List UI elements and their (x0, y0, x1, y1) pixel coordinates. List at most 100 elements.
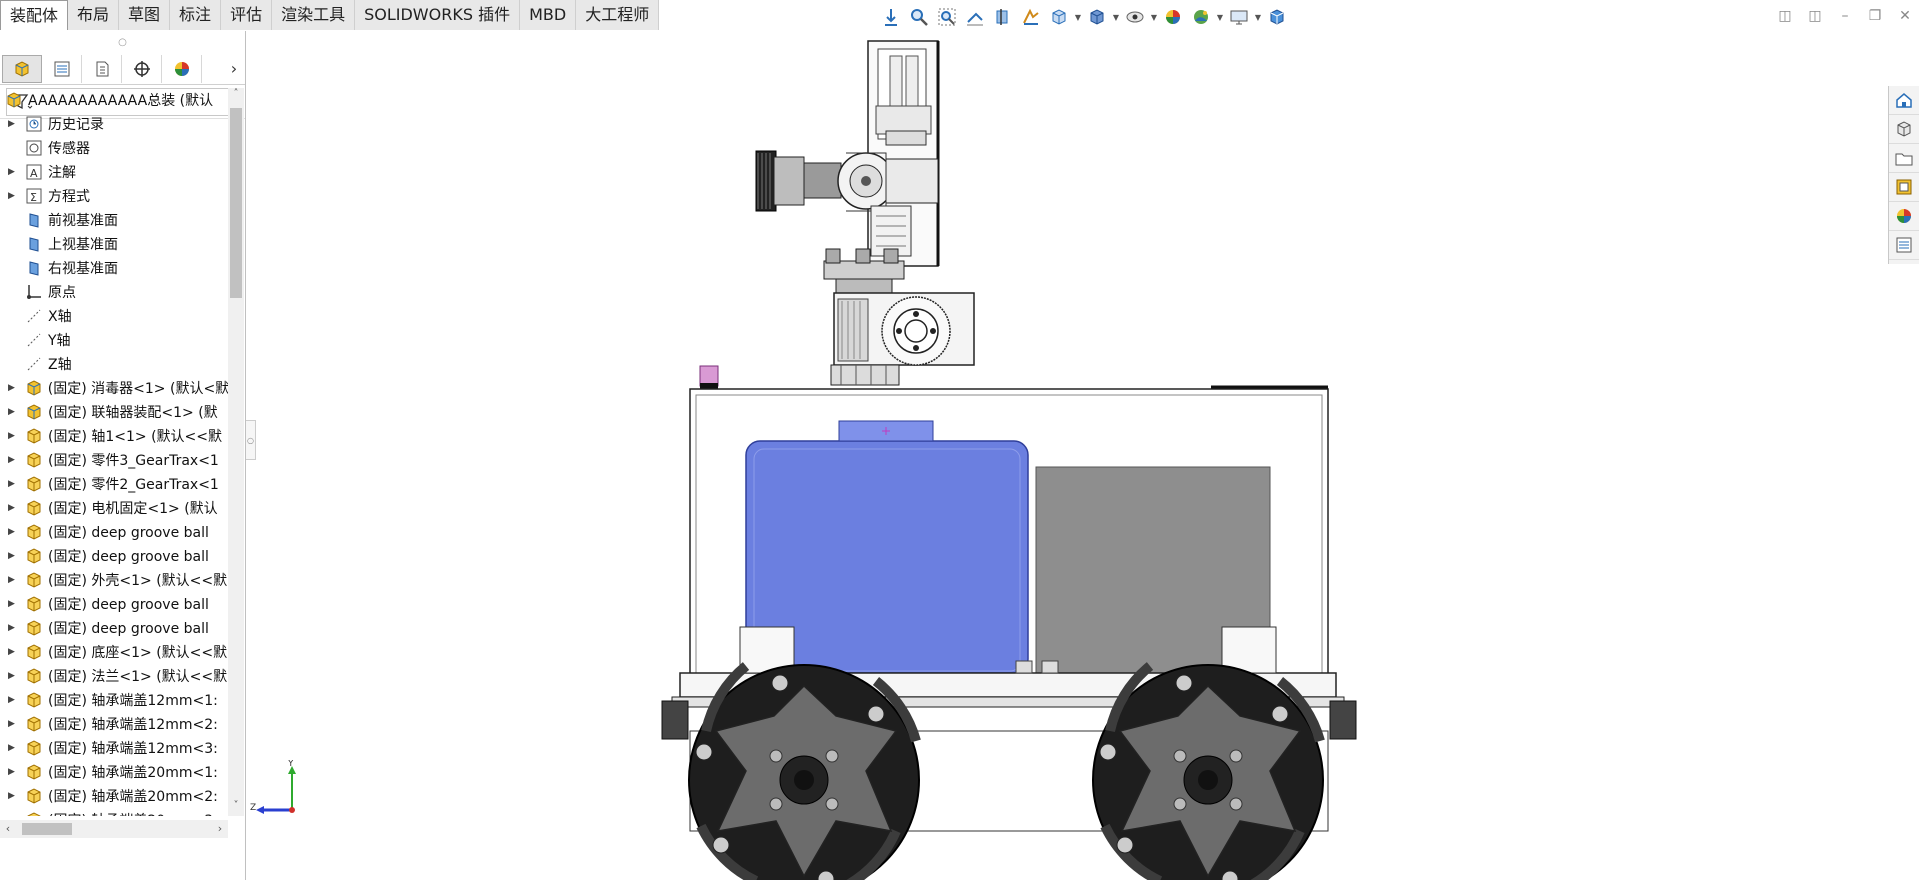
tree-item[interactable]: ▶ (固定) 外壳<1> (默认<<默 (0, 568, 228, 592)
tree-item[interactable]: ▶ (固定) deep groove ball (0, 616, 228, 640)
tree-item[interactable]: 右视基准面 (0, 256, 228, 280)
chevron-down-icon[interactable]: ▼ (1254, 5, 1262, 29)
view-palette-icon[interactable] (1889, 173, 1919, 202)
scroll-up-icon[interactable]: ˄ (228, 88, 244, 104)
chevron-down-icon[interactable]: ▼ (1074, 5, 1082, 29)
chevron-down-icon[interactable]: ▼ (1112, 5, 1120, 29)
tree-item[interactable]: ▶ (固定) 轴承端盖12mm<3: (0, 736, 228, 760)
display-manager-icon[interactable] (162, 54, 202, 83)
file-explorer-icon[interactable] (1889, 144, 1919, 173)
view-settings-icon[interactable] (1226, 5, 1252, 29)
feature-manager-icon[interactable] (2, 54, 42, 83)
tree-item[interactable]: ▶ (固定) deep groove ball (0, 544, 228, 568)
tree-item[interactable]: ▶ (固定) 法兰<1> (默认<<默 (0, 664, 228, 688)
custom-properties-icon[interactable] (1889, 231, 1919, 260)
expand-icon[interactable]: ▶ (8, 167, 20, 177)
tree-item[interactable]: 前视基准面 (0, 208, 228, 232)
tree-item[interactable]: ▶ (固定) 底座<1> (默认<<默 (0, 640, 228, 664)
tree-item[interactable]: 原点 (0, 280, 228, 304)
restore-icon[interactable]: ❐ (1861, 4, 1889, 28)
tab-8[interactable]: 大工程师 (576, 0, 660, 30)
display-style-icon[interactable] (1084, 5, 1110, 29)
tab-0[interactable]: 装配体 (0, 0, 69, 30)
expand-icon[interactable]: ▶ (8, 479, 20, 489)
tree-item[interactable]: ▶ (固定) 联轴器装配<1> (默 (0, 400, 228, 424)
scene-icon[interactable] (1188, 5, 1214, 29)
expand-icon[interactable]: ▶ (8, 647, 20, 657)
tree-item[interactable]: Y轴 (0, 328, 228, 352)
expand-icon[interactable]: ▶ (8, 623, 20, 633)
previous-view-icon[interactable] (962, 5, 988, 29)
expand-icon[interactable]: ▶ (8, 719, 20, 729)
camera-assembly[interactable] (755, 40, 975, 386)
expand-icon[interactable]: ▶ (8, 599, 20, 609)
chevron-right-icon[interactable]: › (223, 59, 245, 78)
tab-7[interactable]: MBD (520, 0, 577, 30)
tree-item[interactable]: ▶ (固定) 轴1<1> (默认<<默 (0, 424, 228, 448)
tree-item[interactable]: ▶ (固定) 轴承端盖20mm<3: (0, 808, 228, 816)
expand-icon[interactable]: ▶ (8, 551, 20, 561)
tree-item[interactable]: X轴 (0, 304, 228, 328)
chevron-down-icon[interactable]: ▼ (1216, 5, 1224, 29)
appearance-icon[interactable] (1160, 5, 1186, 29)
expand-icon[interactable]: ▶ (8, 767, 20, 777)
robot-model[interactable] (256, 31, 1888, 880)
tree-item[interactable]: 传感器 (0, 136, 228, 160)
dynamic-annotation-icon[interactable] (1018, 5, 1044, 29)
zoom-to-area-icon[interactable] (934, 5, 960, 29)
tree-item[interactable]: 上视基准面 (0, 232, 228, 256)
expand-icon[interactable]: ▶ (8, 119, 20, 129)
mecanum-wheel-right[interactable] (1092, 662, 1325, 880)
expand-icon[interactable]: ▶ (8, 455, 20, 465)
tree-item[interactable]: ▶ (固定) 消毒器<1> (默认<默 (0, 376, 228, 400)
view-cube-icon[interactable] (1046, 5, 1072, 29)
property-manager-icon[interactable] (42, 54, 82, 83)
graphics-area[interactable] (256, 31, 1888, 880)
section-view-icon[interactable] (990, 5, 1016, 29)
home-icon[interactable] (1889, 86, 1919, 115)
expand-icon[interactable]: ▶ (8, 695, 20, 705)
expand-icon[interactable]: ▶ (8, 407, 20, 417)
tree-root[interactable]: AAAAAAAAAAAA总装 (默认 (0, 88, 228, 112)
scroll-down-icon[interactable]: ˅ (228, 800, 244, 816)
tree-item[interactable]: Z轴 (0, 352, 228, 376)
scroll-thumb[interactable] (22, 823, 72, 835)
panel-right-icon[interactable]: ◫ (1801, 4, 1829, 28)
tree-vertical-scrollbar[interactable]: ˄ ˅ (228, 88, 244, 816)
scroll-thumb[interactable] (230, 108, 242, 298)
tree-item[interactable]: ▶ 历史记录 (0, 112, 228, 136)
tree-item[interactable]: ▶ A 注解 (0, 160, 228, 184)
dimxpert-icon[interactable] (122, 54, 162, 83)
appearances-icon[interactable] (1889, 202, 1919, 231)
expand-icon[interactable]: ▶ (8, 815, 20, 816)
expand-icon[interactable]: ▶ (8, 431, 20, 441)
tab-5[interactable]: 渲染工具 (272, 0, 356, 30)
tab-6[interactable]: SOLIDWORKS 插件 (355, 0, 521, 30)
tab-2[interactable]: 草图 (119, 0, 171, 30)
expand-icon[interactable]: ▶ (8, 191, 20, 201)
tree-item[interactable]: ▶ (固定) 零件2_GearTrax<1 (0, 472, 228, 496)
tree-item[interactable]: ▶ (固定) 零件3_GearTrax<1 (0, 448, 228, 472)
expand-icon[interactable]: ▶ (8, 743, 20, 753)
close-icon[interactable]: ✕ (1891, 4, 1919, 28)
zoom-to-fit-icon[interactable] (906, 5, 932, 29)
mecanum-wheel-left[interactable] (688, 662, 921, 880)
configuration-manager-icon[interactable] (82, 54, 122, 83)
tree-item[interactable]: ▶ (固定) 轴承端盖12mm<1: (0, 688, 228, 712)
3d-view-icon[interactable] (1264, 5, 1290, 29)
scroll-right-icon[interactable]: › (212, 820, 228, 838)
tree-item[interactable]: ▶ (固定) deep groove ball (0, 520, 228, 544)
tab-1[interactable]: 布局 (68, 0, 120, 30)
panel-grip[interactable]: ○ (0, 31, 245, 53)
hide-show-icon[interactable] (1122, 5, 1148, 29)
tree-item[interactable]: ▶ (固定) 电机固定<1> (默认 (0, 496, 228, 520)
expand-icon[interactable]: ▶ (8, 575, 20, 585)
panel-collapse-handle[interactable]: ○ (246, 420, 256, 460)
tree-item[interactable]: ▶ (固定) 轴承端盖12mm<2: (0, 712, 228, 736)
view-orientation-icon[interactable] (878, 5, 904, 29)
tree-item[interactable]: ▶ (固定) 轴承端盖20mm<1: (0, 760, 228, 784)
chevron-down-icon[interactable]: ▼ (1150, 5, 1158, 29)
minimize-icon[interactable]: – (1831, 4, 1859, 28)
tab-3[interactable]: 标注 (170, 0, 222, 30)
tree-item[interactable]: ▶ (固定) deep groove ball (0, 592, 228, 616)
